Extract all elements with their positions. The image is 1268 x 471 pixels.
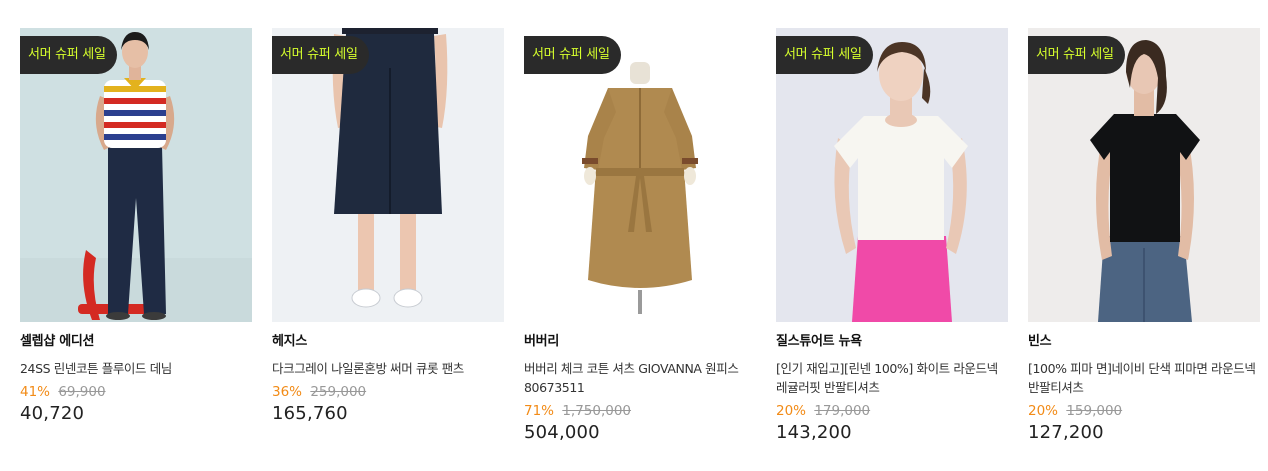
discount-rate: 20% bbox=[776, 403, 807, 419]
product-image[interactable]: 서머 슈퍼 세일 bbox=[776, 28, 1008, 322]
product-grid: 서머 슈퍼 세일 셀렙샵 에디션 24SS 린넨코튼 플루이드 데님 41% 6… bbox=[0, 0, 1268, 471]
original-price: 159,000 bbox=[1066, 403, 1123, 419]
product-card[interactable]: 서머 슈퍼 세일 셀렙샵 에디션 24SS 린넨코튼 플루이드 데님 41% 6… bbox=[20, 28, 252, 425]
product-image[interactable]: 서머 슈퍼 세일 bbox=[272, 28, 504, 322]
product-card[interactable]: 서머 슈퍼 세일 헤지스 다크그레이 나일론혼방 써머 큐롯 팬츠 36% 25… bbox=[272, 28, 504, 425]
discount-rate: 41% bbox=[20, 384, 51, 400]
sale-badge: 서머 슈퍼 세일 bbox=[524, 36, 621, 74]
original-price: 69,900 bbox=[58, 384, 106, 400]
product-image[interactable]: 서머 슈퍼 세일 bbox=[524, 28, 756, 322]
price-line: 36% 259,000 bbox=[272, 384, 504, 401]
sale-badge: 서머 슈퍼 세일 bbox=[776, 36, 873, 74]
product-brand: 버버리 bbox=[524, 334, 559, 349]
original-price: 1,750,000 bbox=[562, 403, 632, 419]
price-line: 20% 179,000 bbox=[776, 403, 1008, 420]
sale-price: 504,000 bbox=[524, 422, 600, 443]
product-title[interactable]: [100% 피마 면]네이비 단색 피마면 라운드넥 반팔티셔츠 bbox=[1028, 359, 1260, 397]
original-price: 179,000 bbox=[814, 403, 871, 419]
sale-price: 40,720 bbox=[20, 403, 85, 424]
product-card[interactable]: 서머 슈퍼 세일 빈스 [100% 피마 면]네이비 단색 피마면 라운드넥 반… bbox=[1028, 28, 1260, 444]
sale-price: 165,760 bbox=[272, 403, 348, 424]
sale-badge: 서머 슈퍼 세일 bbox=[272, 36, 369, 74]
price-line: 20% 159,000 bbox=[1028, 403, 1260, 420]
product-card[interactable]: 서머 슈퍼 세일 질스튜어트 뉴욕 [인기 재입고][린넨 100%] 화이트 … bbox=[776, 28, 1008, 444]
product-brand: 빈스 bbox=[1028, 334, 1052, 349]
product-title[interactable]: 24SS 린넨코튼 플루이드 데님 bbox=[20, 359, 252, 378]
product-card[interactable]: 서머 슈퍼 세일 버버리 버버리 체크 코튼 셔츠 GIOVANNA 원피스 8… bbox=[524, 28, 756, 444]
discount-rate: 20% bbox=[1028, 403, 1059, 419]
sale-price: 127,200 bbox=[1028, 422, 1104, 443]
product-title[interactable]: [인기 재입고][린넨 100%] 화이트 라운드넥 레귤러핏 반팔티셔츠 bbox=[776, 359, 1008, 397]
product-image[interactable]: 서머 슈퍼 세일 bbox=[20, 28, 252, 322]
sale-badge: 서머 슈퍼 세일 bbox=[20, 36, 117, 74]
product-title[interactable]: 버버리 체크 코튼 셔츠 GIOVANNA 원피스 80673511 bbox=[524, 359, 756, 397]
discount-rate: 36% bbox=[272, 384, 303, 400]
original-price: 259,000 bbox=[310, 384, 367, 400]
sale-badge: 서머 슈퍼 세일 bbox=[1028, 36, 1125, 74]
price-line: 71% 1,750,000 bbox=[524, 403, 756, 420]
product-brand: 셀렙샵 에디션 bbox=[20, 334, 95, 349]
product-brand: 헤지스 bbox=[272, 334, 307, 349]
product-brand: 질스튜어트 뉴욕 bbox=[776, 334, 862, 349]
price-line: 41% 69,900 bbox=[20, 384, 252, 401]
product-title[interactable]: 다크그레이 나일론혼방 써머 큐롯 팬츠 bbox=[272, 359, 504, 378]
product-image[interactable]: 서머 슈퍼 세일 bbox=[1028, 28, 1260, 322]
sale-price: 143,200 bbox=[776, 422, 852, 443]
discount-rate: 71% bbox=[524, 403, 555, 419]
